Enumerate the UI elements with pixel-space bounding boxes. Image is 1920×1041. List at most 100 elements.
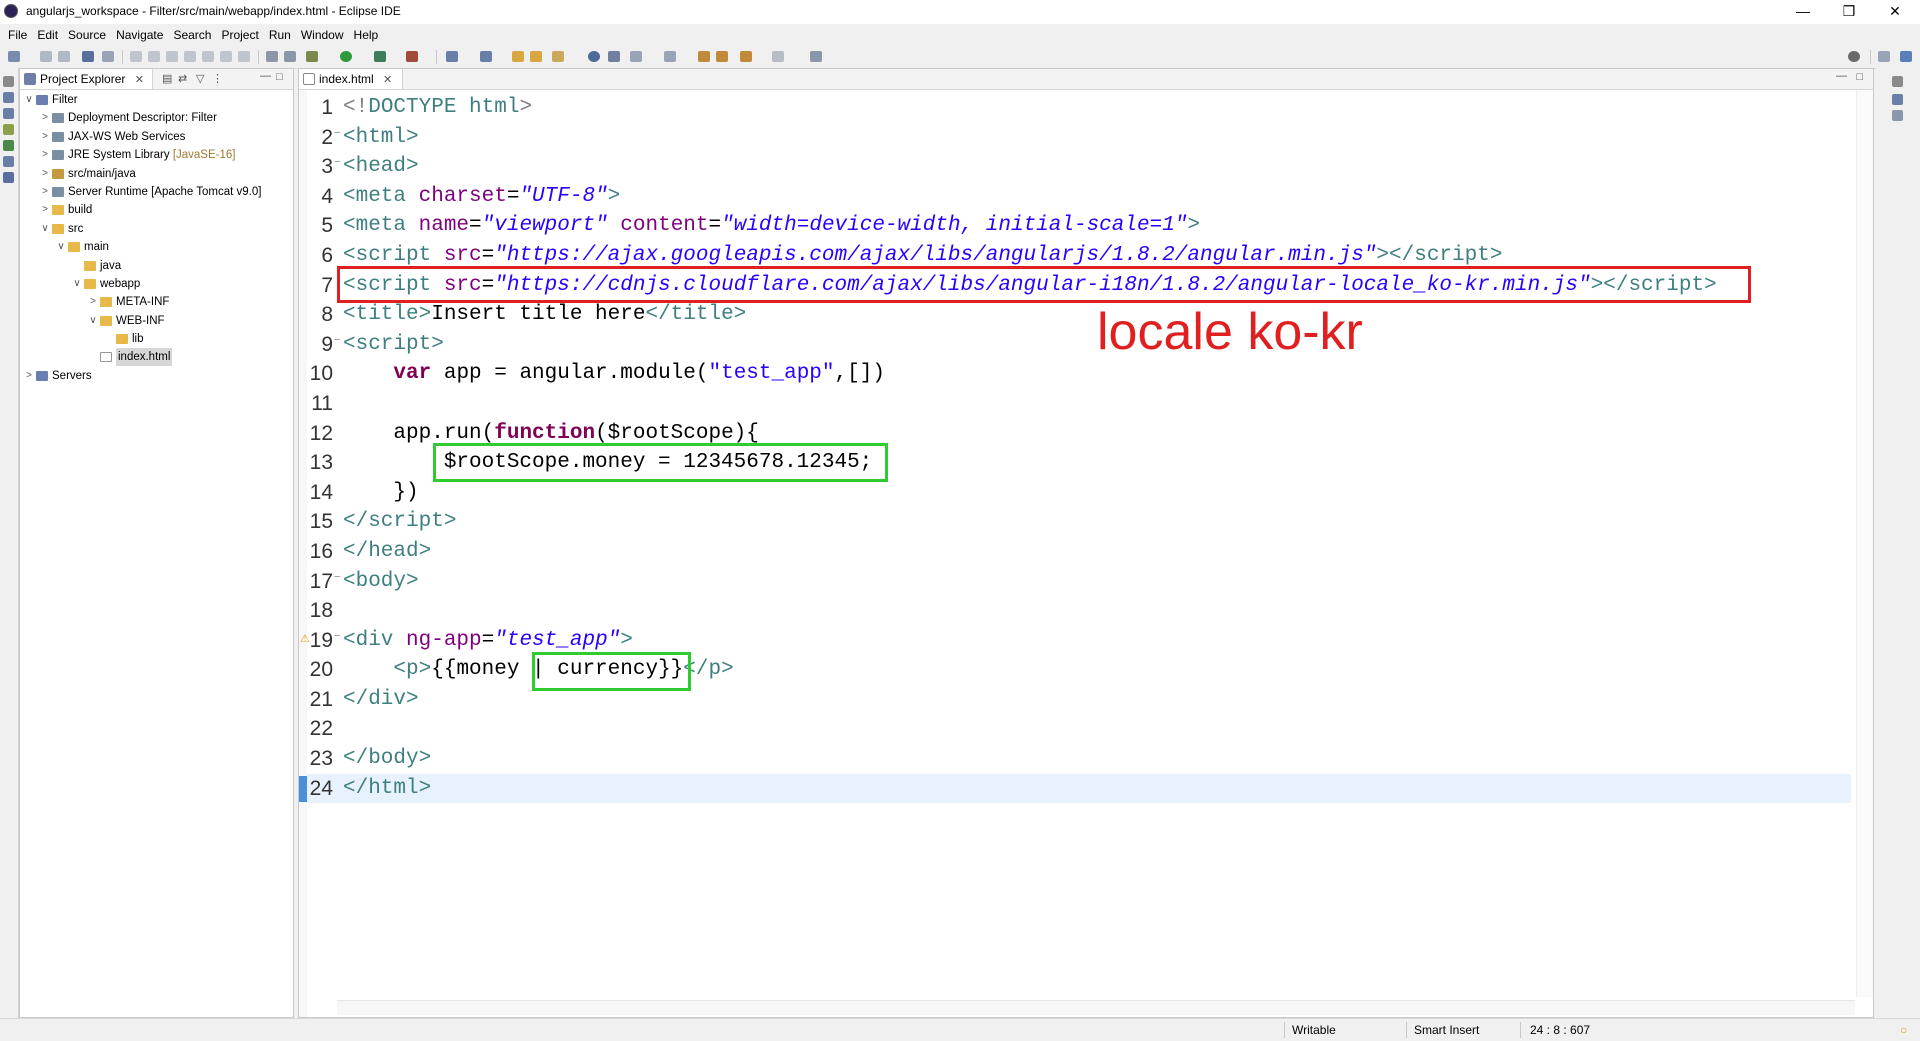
maximize-view-icon[interactable]: □	[276, 71, 283, 83]
javadoc-icon[interactable]	[3, 124, 14, 135]
code-line[interactable]: 17− <body>	[307, 567, 1851, 597]
minimize-button[interactable]: —	[1780, 0, 1826, 24]
open-type-icon[interactable]	[530, 51, 542, 62]
outline-view-icon[interactable]	[1892, 94, 1903, 105]
maximize-editor-icon[interactable]: □	[1856, 71, 1863, 83]
save-icon[interactable]	[40, 51, 52, 62]
external-tools-icon[interactable]	[406, 51, 418, 62]
tree-item-src-main-java[interactable]: > src/main/java	[20, 165, 293, 183]
code-line[interactable]: 8 <title>Insert title here</title>	[307, 300, 1851, 330]
code-line[interactable]: 22	[307, 714, 1851, 744]
chevron-right-icon[interactable]: >	[40, 128, 50, 146]
run-icon[interactable]	[340, 51, 352, 62]
globe-icon[interactable]	[588, 51, 600, 62]
code-line[interactable]: 1 <!DOCTYPE html>	[307, 93, 1851, 123]
new-icon[interactable]	[8, 51, 20, 62]
debug-icon[interactable]	[306, 51, 318, 62]
fold-toggle-icon[interactable]: −	[334, 119, 340, 149]
link-with-editor-icon[interactable]: ⇄	[178, 72, 187, 85]
restore-view-icon[interactable]	[3, 76, 14, 87]
open-perspective-icon[interactable]	[1878, 51, 1890, 62]
menu-edit[interactable]: Edit	[32, 24, 63, 42]
search-tool-icon[interactable]	[552, 51, 564, 62]
lightbulb-icon[interactable]: ○	[1900, 1023, 1907, 1037]
new-server-icon[interactable]	[446, 51, 458, 62]
word-wrap-icon[interactable]	[284, 51, 296, 62]
fold-toggle-icon[interactable]: −	[334, 148, 340, 178]
code-line[interactable]: ⚠ 19− <div ng-app="test_app">	[300, 626, 1851, 656]
tree-item-filter[interactable]: ∨ Filter	[20, 91, 293, 109]
code-line[interactable]: 15 </script>	[307, 507, 1851, 537]
code-line[interactable]: 2− <html>	[307, 123, 1851, 153]
menu-search[interactable]: Search	[168, 24, 216, 42]
overview-ruler[interactable]	[1856, 90, 1873, 997]
back-nav-icon[interactable]	[740, 51, 752, 62]
view-menu-icon[interactable]: ⋮	[212, 72, 223, 85]
chevron-right-icon[interactable]: >	[40, 146, 50, 164]
forward-icon[interactable]	[772, 51, 784, 62]
fold-toggle-icon[interactable]: −	[334, 326, 340, 356]
package-explorer-icon[interactable]	[3, 92, 14, 103]
restore-view-icon[interactable]	[1892, 76, 1903, 87]
chevron-right-icon[interactable]: >	[40, 109, 50, 127]
console-icon[interactable]	[3, 156, 14, 167]
tree-item-build[interactable]: > build	[20, 201, 293, 219]
next-annotation-icon[interactable]	[630, 51, 642, 62]
filter-icon[interactable]: ▽	[196, 72, 204, 85]
minimize-editor-icon[interactable]: —	[1836, 70, 1847, 82]
code-line[interactable]: 10 var app = angular.module("test_app",[…	[307, 359, 1851, 389]
close-icon[interactable]: ✕	[135, 74, 144, 86]
step-into-icon[interactable]	[202, 51, 214, 62]
close-button[interactable]: ✕	[1872, 0, 1918, 24]
task-list-icon[interactable]	[1892, 110, 1903, 121]
terminate-icon[interactable]	[184, 51, 196, 62]
code-line[interactable]: 11	[307, 389, 1851, 419]
tab-project-explorer[interactable]: Project Explorer ✕	[20, 69, 153, 89]
terminal-icon[interactable]	[102, 51, 114, 62]
new-web-icon[interactable]	[480, 51, 492, 62]
chevron-down-icon[interactable]: ∨	[24, 91, 34, 109]
tree-item-meta-inf[interactable]: > META-INF	[20, 293, 293, 311]
code-line[interactable]: 14 })	[307, 478, 1851, 508]
chevron-down-icon[interactable]: ∨	[72, 275, 82, 293]
tree-item-src[interactable]: ∨ src	[20, 220, 293, 238]
tree-item-index-html[interactable]: index.html	[20, 348, 293, 367]
tree-item-webapp[interactable]: ∨ webapp	[20, 275, 293, 293]
skip-breakpoints-icon[interactable]	[130, 51, 142, 62]
open-console-icon[interactable]	[82, 51, 94, 62]
java-ee-perspective-icon[interactable]	[1900, 51, 1912, 62]
code-line[interactable]: 23 </body>	[307, 744, 1851, 774]
fold-toggle-icon[interactable]: −	[334, 622, 340, 652]
toggle-mark-icon[interactable]	[266, 51, 278, 62]
horizontal-scrollbar[interactable]	[337, 1000, 1855, 1015]
chevron-right-icon[interactable]: >	[40, 201, 50, 219]
tree-item-java[interactable]: java	[20, 257, 293, 275]
menu-help[interactable]: Help	[349, 24, 384, 42]
tree-item-jre-system-library[interactable]: > JRE System Library [JavaSE-16]	[20, 146, 293, 164]
tasks-icon[interactable]	[3, 140, 14, 151]
last-edit-icon[interactable]	[698, 51, 710, 62]
chevron-down-icon[interactable]: ∨	[40, 220, 50, 238]
code-line[interactable]: 18	[307, 596, 1851, 626]
menu-run[interactable]: Run	[264, 24, 296, 42]
tree-item-servers[interactable]: > Servers	[20, 367, 293, 385]
suspend-icon[interactable]	[166, 51, 178, 62]
open-folder-icon[interactable]	[512, 51, 524, 62]
search-icon[interactable]	[1848, 51, 1860, 62]
chevron-right-icon[interactable]: >	[40, 165, 50, 183]
code-line[interactable]: 4 <meta charset="UTF-8">	[307, 182, 1851, 212]
coverage-icon[interactable]	[374, 51, 386, 62]
fold-toggle-icon[interactable]: −	[334, 563, 340, 593]
tree-item-main[interactable]: ∨ main	[20, 238, 293, 256]
minimize-view-icon[interactable]: —	[260, 70, 271, 82]
tab-index-html[interactable]: index.html ✕	[299, 69, 404, 89]
save-all-icon[interactable]	[58, 51, 70, 62]
menu-navigate[interactable]: Navigate	[111, 24, 168, 42]
code-line[interactable]: 16 </head>	[307, 537, 1851, 567]
chevron-right-icon[interactable]: >	[40, 183, 50, 201]
code-line[interactable]: 24 </html>	[299, 773, 1851, 804]
previous-annotation-icon[interactable]	[664, 51, 676, 62]
tree-item-jax-ws-web-services[interactable]: > JAX-WS Web Services	[20, 128, 293, 146]
chevron-down-icon[interactable]: ∨	[88, 312, 98, 330]
menu-window[interactable]: Window	[296, 24, 349, 42]
